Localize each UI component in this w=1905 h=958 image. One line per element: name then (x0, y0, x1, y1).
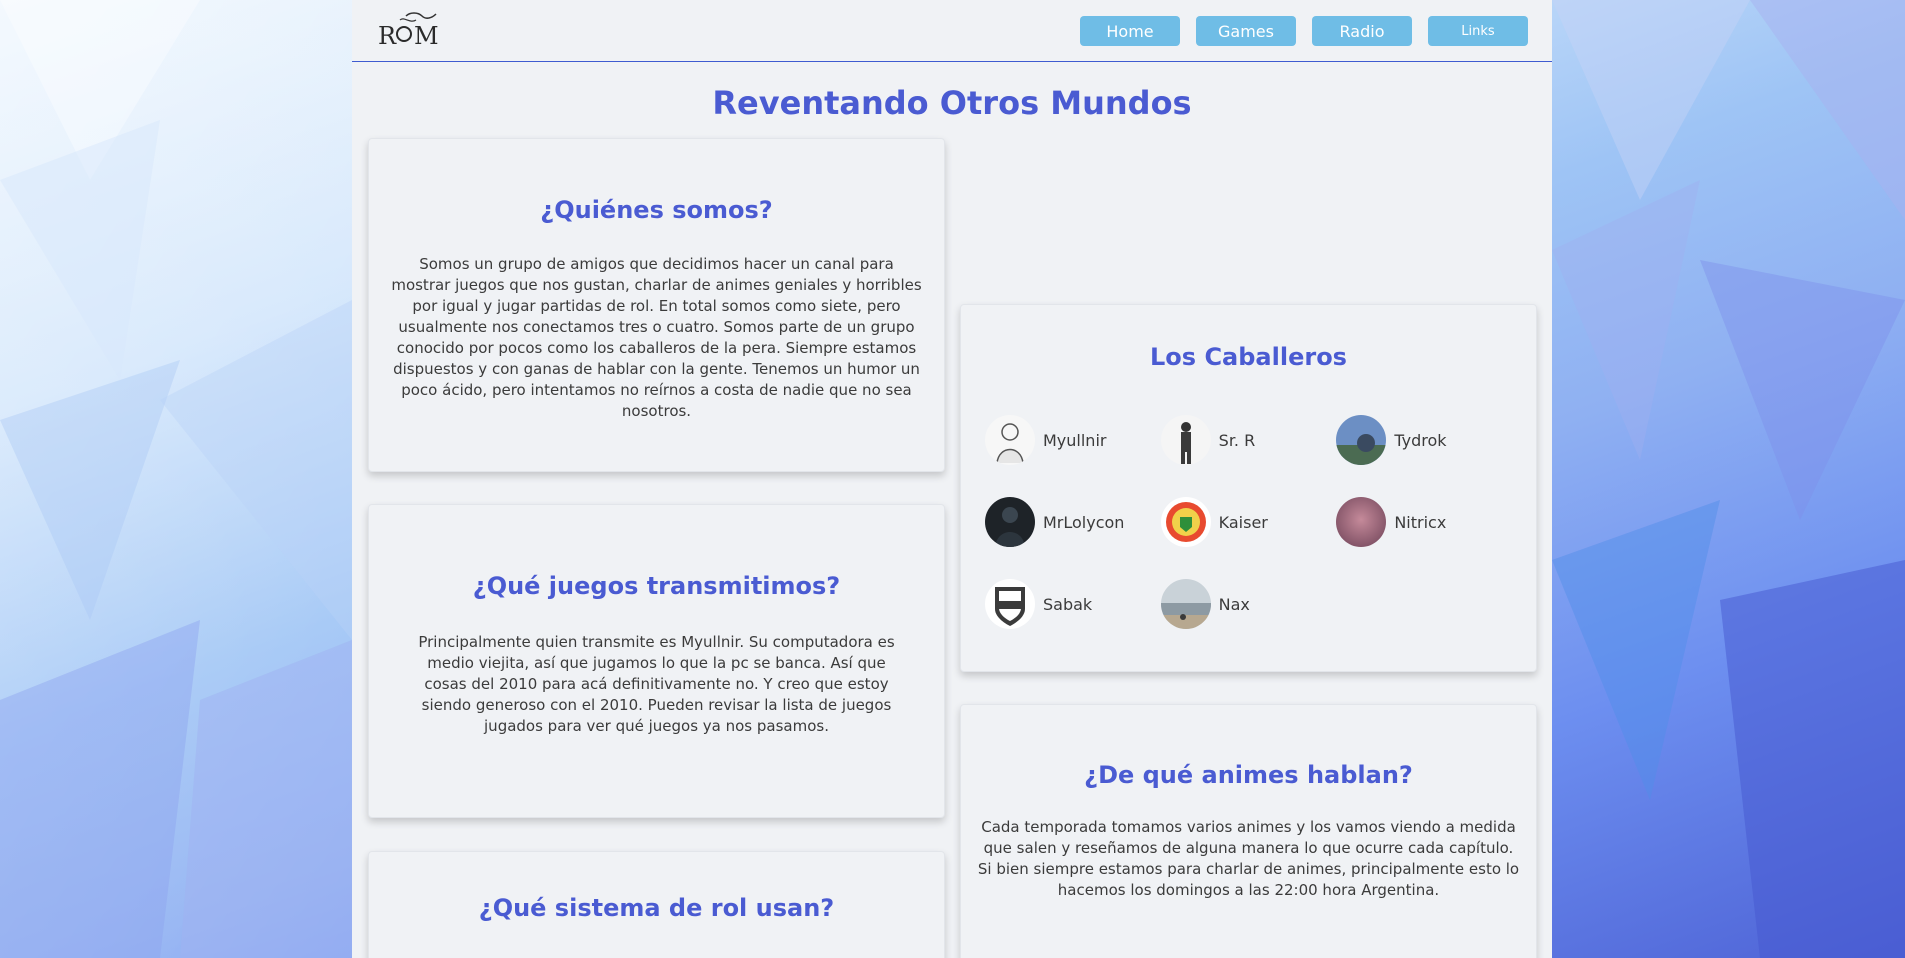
member-name: Tydrok (1394, 430, 1447, 450)
card-que-juegos: ¿Qué juegos transmitimos? Principalmente… (368, 504, 945, 818)
cap-shield-icon (985, 579, 1035, 629)
member-name: Sr. R (1218, 430, 1256, 450)
member-nitricx[interactable]: Nitricx (1336, 497, 1512, 547)
member-name: MrLolycon (1043, 512, 1125, 532)
quienes-body: Somos un grupo de amigos que decidimos h… (391, 255, 922, 420)
card-sistema-rol: ¿Qué sistema de rol usan? (368, 851, 945, 958)
landscape-photo-icon (1336, 415, 1387, 465)
member-name: Kaiser (1218, 512, 1268, 532)
dark-character-icon (985, 497, 1035, 547)
member-myullnir[interactable]: Myullnir (985, 415, 1161, 465)
animes-body: Cada temporada tomamos varios animes y l… (977, 818, 1520, 899)
quienes-heading: ¿Quiénes somos? (540, 196, 773, 224)
top-navbar: R M Home Games Radio Links (352, 0, 1552, 62)
rol-heading: ¿Qué sistema de rol usan? (478, 894, 835, 922)
card-los-caballeros: Los Caballeros Myullnir Sr. R Tydrok MrL… (960, 304, 1537, 672)
sketch-portrait-icon (985, 415, 1035, 465)
nav-home-button[interactable]: Home (1080, 16, 1180, 46)
soldier-figure-icon (1160, 415, 1211, 465)
member-tydrok[interactable]: Tydrok (1336, 415, 1512, 465)
crest-badge-icon (1160, 497, 1211, 547)
juegos-body: Principalmente quien transmite es Myulln… (418, 633, 895, 735)
nav-links: Home Games Radio Links (1080, 16, 1528, 46)
logo-letter-r: R (378, 22, 397, 48)
member-name: Nax (1218, 594, 1250, 614)
member-name: Sabak (1043, 594, 1093, 614)
main-page: R M Home Games Radio Links Reventando Ot… (352, 0, 1552, 958)
caballeros-heading: Los Caballeros (1150, 343, 1347, 371)
members-grid: Myullnir Sr. R Tydrok MrLolycon Kaiser N… (961, 415, 1536, 629)
member-kaiser[interactable]: Kaiser (1160, 497, 1337, 547)
rom-logo-icon[interactable]: R M (376, 10, 440, 48)
site-title: Reventando Otros Mundos (712, 84, 1192, 122)
blurred-photo-icon (1336, 497, 1387, 547)
member-name: Nitricx (1394, 512, 1447, 532)
nav-links-button[interactable]: Links (1428, 16, 1528, 46)
animes-heading: ¿De qué animes hablan? (1084, 761, 1413, 789)
beach-photo-icon (1160, 579, 1211, 629)
member-sr-r[interactable]: Sr. R (1160, 415, 1337, 465)
member-nax[interactable]: Nax (1160, 579, 1337, 629)
member-name: Myullnir (1043, 430, 1107, 450)
nav-radio-button[interactable]: Radio (1312, 16, 1412, 46)
card-quienes-somos: ¿Quiénes somos? Somos un grupo de amigos… (368, 138, 945, 472)
juegos-heading: ¿Qué juegos transmitimos? (472, 572, 841, 600)
member-mrlolycon[interactable]: MrLolycon (985, 497, 1161, 547)
nav-games-button[interactable]: Games (1196, 16, 1296, 46)
logo-letter-m: M (414, 22, 439, 48)
member-sabak[interactable]: Sabak (985, 579, 1161, 629)
card-que-animes: ¿De qué animes hablan? Cada temporada to… (960, 704, 1537, 958)
